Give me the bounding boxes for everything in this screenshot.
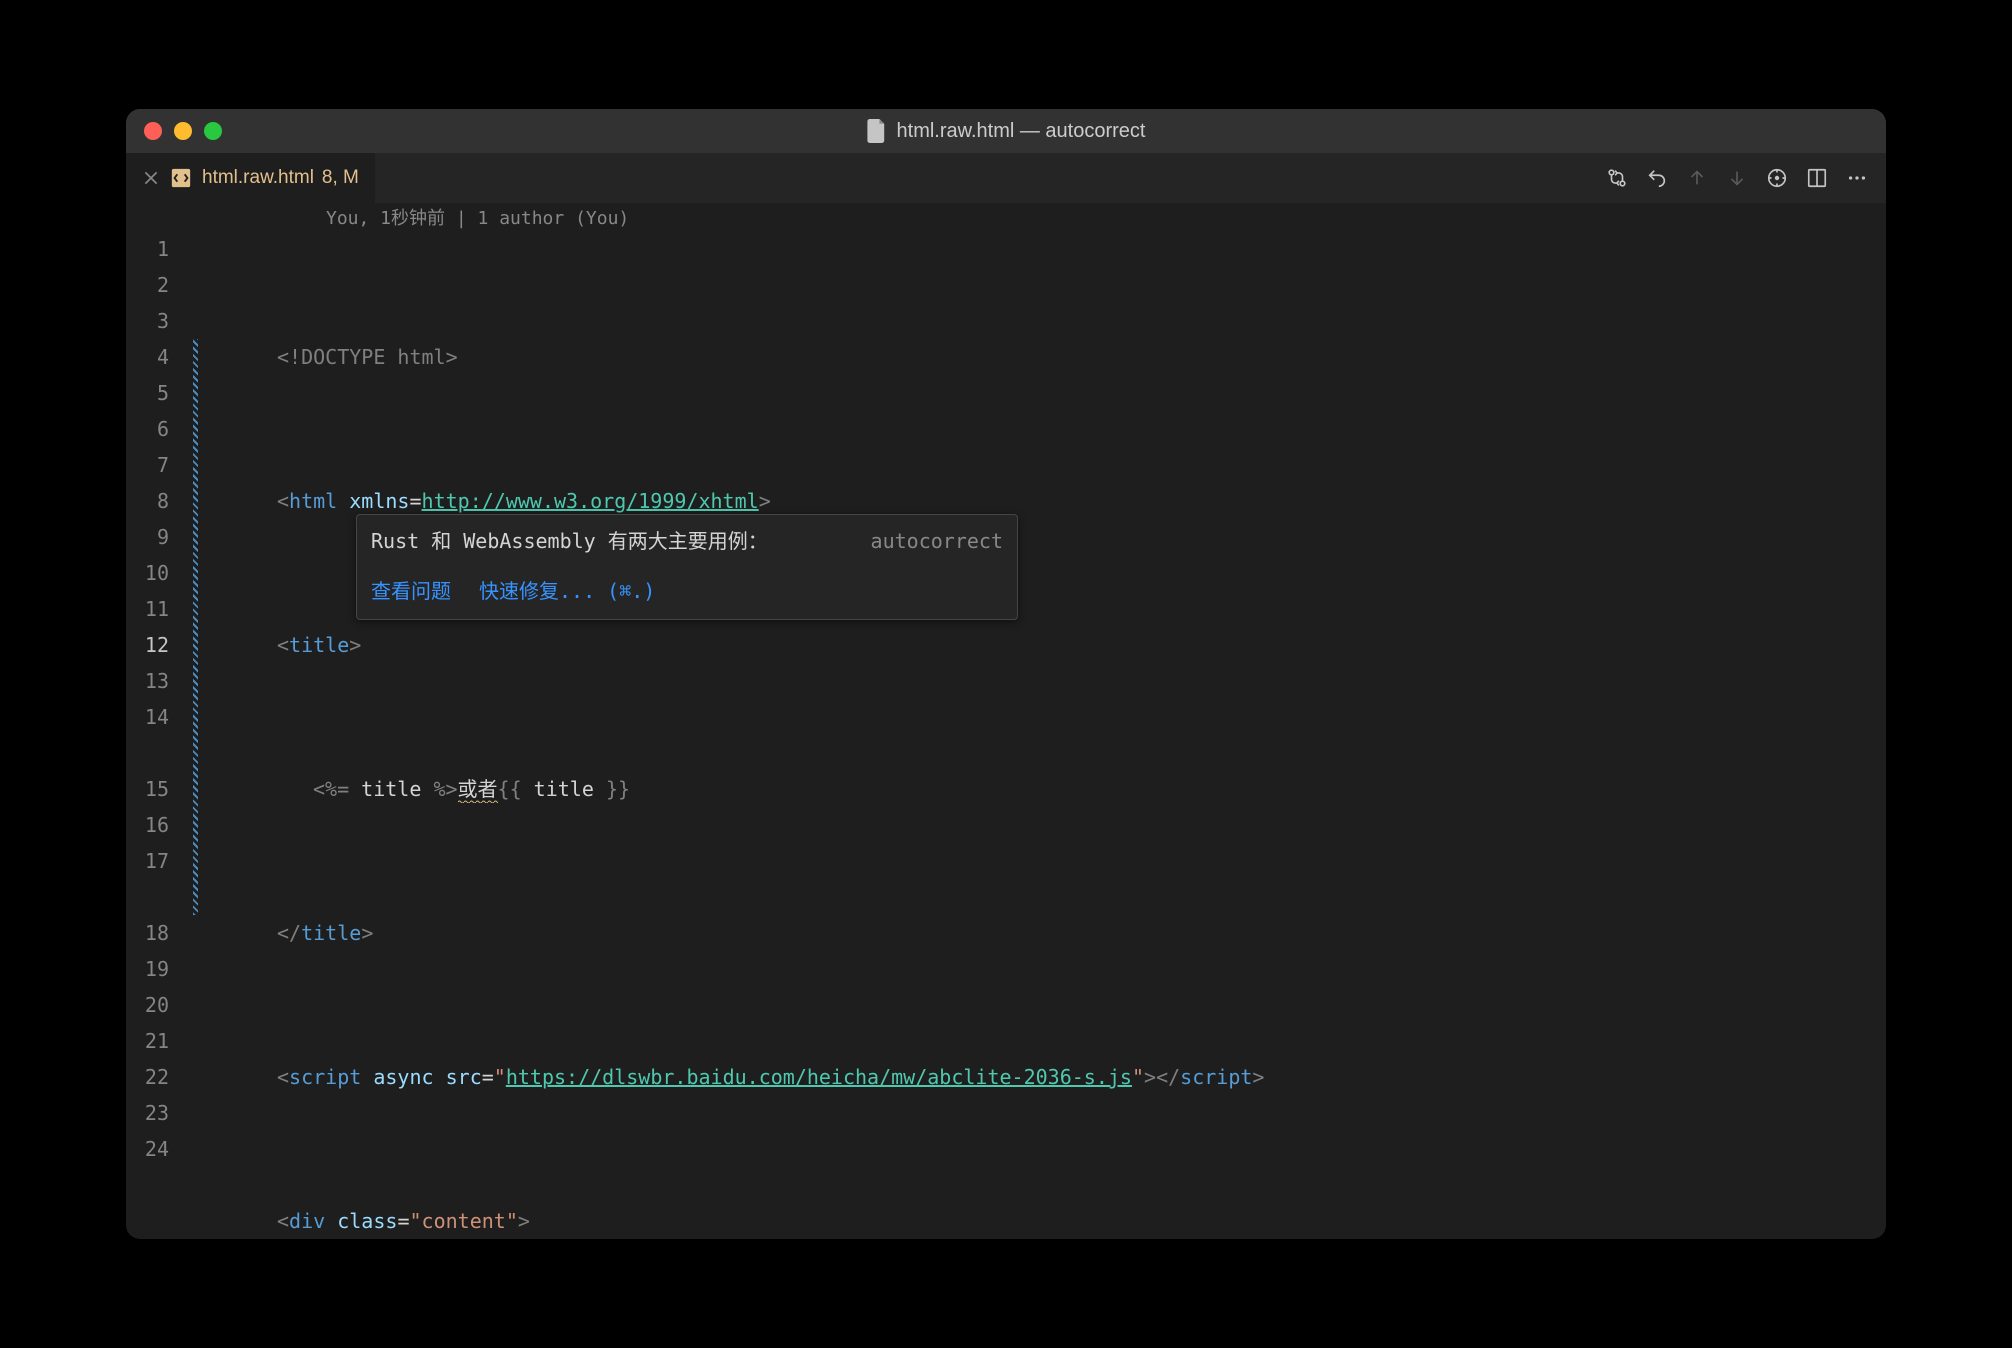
line-number: 21 (126, 1023, 169, 1059)
blame-header-text: You, 1秒钟前 | 1 author (You) (326, 204, 629, 230)
line-number: 2 (126, 267, 169, 303)
quick-fix-link[interactable]: 快速修复... (⌘.) (479, 573, 655, 609)
hover-message-text: Rust 和 WebAssembly 有两大主要用例： (371, 523, 768, 559)
editor-actions (1588, 153, 1886, 203)
close-tab-icon[interactable] (142, 169, 160, 187)
editor-area[interactable]: 1 2 3 4 5 6 7 8 9 10 11 12 13 14 15 16 1… (126, 231, 1886, 1239)
line-number: 23 (126, 1095, 169, 1131)
html-file-icon (170, 167, 192, 189)
line-number: 20 (126, 987, 169, 1023)
diagnostic-hover-widget: Rust 和 WebAssembly 有两大主要用例： autocorrect … (356, 514, 1018, 620)
line-number: 3 (126, 303, 169, 339)
tab-filename: html.raw.html (202, 167, 314, 189)
line-number: 1 (126, 231, 169, 267)
line-number (126, 879, 169, 915)
line-number: 12 (126, 627, 169, 663)
view-problem-link[interactable]: 查看问题 (371, 573, 451, 609)
line-number: 22 (126, 1059, 169, 1095)
git-compare-icon[interactable] (1606, 167, 1628, 189)
line-number: 18 (126, 915, 169, 951)
line-number: 6 (126, 411, 169, 447)
editor-tab[interactable]: html.raw.html 8, M (126, 153, 376, 203)
line-number: 15 (126, 771, 169, 807)
hover-message-row: Rust 和 WebAssembly 有两大主要用例： autocorrect (357, 515, 1017, 567)
toggle-blame-icon[interactable] (1766, 167, 1788, 189)
line-number: 7 (126, 447, 169, 483)
tab-git-status: 8, M (322, 167, 359, 189)
titlebar: html.raw.html — autocorrect (126, 109, 1886, 153)
line-number: 16 (126, 807, 169, 843)
line-number: 17 (126, 843, 169, 879)
file-icon (867, 119, 887, 143)
next-change-icon[interactable] (1726, 167, 1748, 189)
editor-window: html.raw.html — autocorrect html.raw.htm… (126, 109, 1886, 1239)
window-title: html.raw.html — autocorrect (126, 119, 1886, 143)
prev-change-icon[interactable] (1686, 167, 1708, 189)
hover-source-text: autocorrect (871, 523, 1003, 559)
close-window-button[interactable] (144, 122, 162, 140)
maximize-window-button[interactable] (204, 122, 222, 140)
line-number: 14 (126, 699, 169, 735)
more-actions-icon[interactable] (1846, 167, 1868, 189)
window-title-text: html.raw.html — autocorrect (897, 120, 1146, 143)
tab-spacer (376, 153, 1588, 203)
line-number: 9 (126, 519, 169, 555)
window-controls (144, 122, 222, 140)
code-content[interactable]: <!DOCTYPE html> <html xmlns=http://www.w… (201, 231, 1886, 1239)
blame-header: You, 1秒钟前 | 1 author (You) (126, 203, 1886, 231)
line-number: 8 (126, 483, 169, 519)
line-number: 24 (126, 1131, 169, 1167)
line-number: 4 (126, 339, 169, 375)
line-number: 10 (126, 555, 169, 591)
tab-bar: html.raw.html 8, M (126, 153, 1886, 203)
line-number: 5 (126, 375, 169, 411)
line-number-gutter: 1 2 3 4 5 6 7 8 9 10 11 12 13 14 15 16 1… (126, 231, 191, 1239)
line-number: 19 (126, 951, 169, 987)
line-number: 11 (126, 591, 169, 627)
line-number (126, 735, 169, 771)
minimize-window-button[interactable] (174, 122, 192, 140)
gutter-decoration (191, 231, 201, 1239)
split-editor-icon[interactable] (1806, 167, 1828, 189)
line-number: 13 (126, 663, 169, 699)
hover-actions-row: 查看问题 快速修复... (⌘.) (357, 567, 1017, 619)
revert-icon[interactable] (1646, 167, 1668, 189)
